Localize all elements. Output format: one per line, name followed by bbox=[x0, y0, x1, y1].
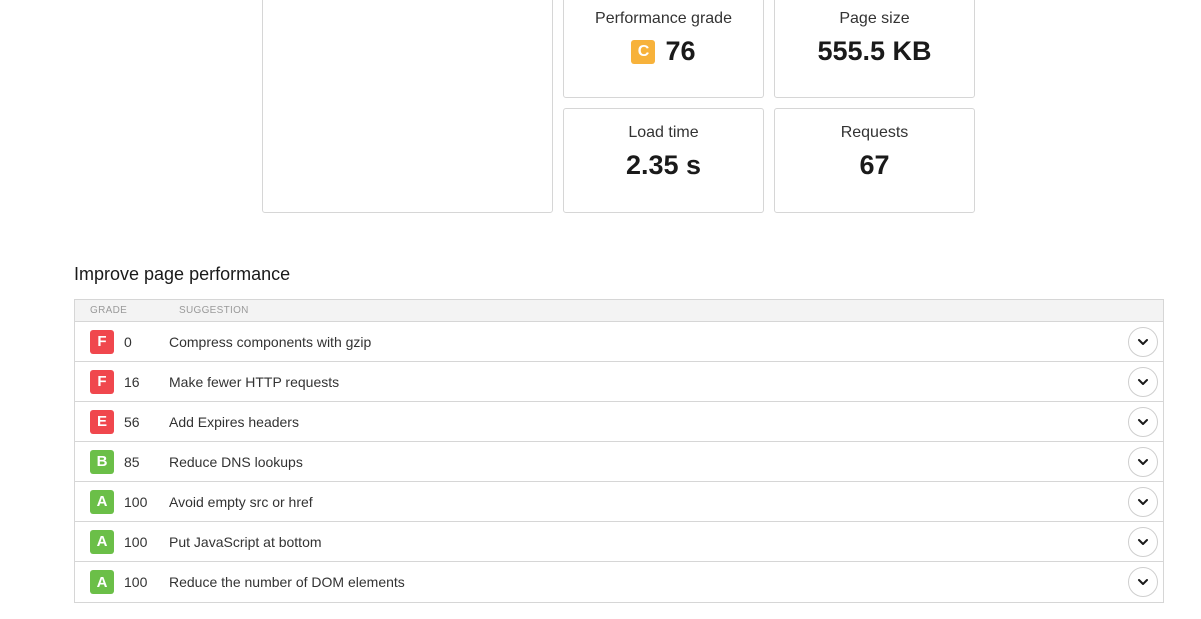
table-row[interactable]: A 100 Put JavaScript at bottom bbox=[75, 522, 1163, 562]
chevron-down-icon bbox=[1138, 499, 1148, 505]
grade-score: 85 bbox=[124, 453, 140, 470]
suggestion-text: Make fewer HTTP requests bbox=[169, 373, 340, 390]
expand-button[interactable] bbox=[1128, 527, 1158, 557]
metric-label: Requests bbox=[840, 124, 909, 141]
grade-badge: B bbox=[90, 449, 114, 474]
grade-badge: F bbox=[90, 369, 114, 394]
chevron-down-icon bbox=[1138, 539, 1148, 545]
metric-value: 67 bbox=[859, 150, 890, 180]
suggestion-text: Avoid empty src or href bbox=[169, 493, 313, 510]
metric-label: Performance grade bbox=[595, 10, 732, 27]
suggestion-text: Reduce the number of DOM elements bbox=[169, 574, 405, 590]
expand-button[interactable] bbox=[1128, 327, 1158, 357]
suggestion-text: Reduce DNS lookups bbox=[169, 453, 303, 470]
chevron-down-icon bbox=[1138, 459, 1148, 465]
header-suggestion: SUGGESTION bbox=[179, 305, 249, 316]
grade-badge: A bbox=[90, 489, 114, 514]
table-row[interactable]: B 85 Reduce DNS lookups bbox=[75, 442, 1163, 482]
grade-score: 0 bbox=[124, 333, 132, 350]
grade-badge: C bbox=[631, 39, 656, 64]
expand-button[interactable] bbox=[1128, 487, 1158, 517]
suggestion-text: Add Expires headers bbox=[169, 413, 299, 430]
metric-value: 76 bbox=[665, 36, 696, 66]
chevron-down-icon bbox=[1138, 339, 1148, 345]
grade-score: 100 bbox=[124, 493, 148, 510]
chevron-down-icon bbox=[1138, 419, 1148, 425]
grade-badge: F bbox=[90, 329, 114, 354]
suggestion-text: Put JavaScript at bottom bbox=[169, 533, 322, 550]
table-row[interactable]: F 0 Compress components with gzip bbox=[75, 322, 1163, 362]
metric-performance-grade: Performance grade C 76 bbox=[563, 0, 764, 98]
expand-button[interactable] bbox=[1128, 567, 1158, 597]
grade-badge: A bbox=[90, 529, 114, 554]
chevron-down-icon bbox=[1138, 579, 1148, 585]
section-title: Improve page performance bbox=[74, 264, 291, 284]
grade-score: 56 bbox=[124, 413, 140, 430]
table-row[interactable]: A 100 Avoid empty src or href bbox=[75, 482, 1163, 522]
metric-value: 555.5 KB bbox=[817, 36, 932, 66]
metric-value: 2.35 s bbox=[625, 150, 702, 180]
chevron-down-icon bbox=[1138, 379, 1148, 385]
grade-score: 100 bbox=[124, 533, 148, 550]
suggestions-table: GRADE SUGGESTION F 0 Compress components w… bbox=[74, 299, 1164, 603]
table-header: GRADE SUGGESTION bbox=[75, 300, 1163, 322]
grade-score: 16 bbox=[124, 373, 140, 390]
expand-button[interactable] bbox=[1128, 367, 1158, 397]
metric-requests: Requests 67 bbox=[774, 108, 975, 213]
page-screenshot-preview bbox=[262, 0, 553, 213]
header-grade: GRADE bbox=[90, 305, 128, 316]
metric-load-time: Load time 2.35 s bbox=[563, 108, 764, 213]
grade-badge: E bbox=[90, 409, 114, 434]
suggestion-text: Compress components with gzip bbox=[169, 333, 372, 350]
table-row[interactable]: A 100 Reduce the number of DOM elements bbox=[75, 562, 1163, 602]
metric-page-size: Page size 555.5 KB bbox=[774, 0, 975, 98]
grade-score: 100 bbox=[124, 574, 148, 590]
expand-button[interactable] bbox=[1128, 407, 1158, 437]
expand-button[interactable] bbox=[1128, 447, 1158, 477]
table-row[interactable]: E 56 Add Expires headers bbox=[75, 402, 1163, 442]
table-row[interactable]: F 16 Make fewer HTTP requests bbox=[75, 362, 1163, 402]
grade-badge: A bbox=[90, 570, 114, 594]
metric-label: Page size bbox=[839, 10, 910, 27]
metric-label: Load time bbox=[628, 124, 699, 141]
